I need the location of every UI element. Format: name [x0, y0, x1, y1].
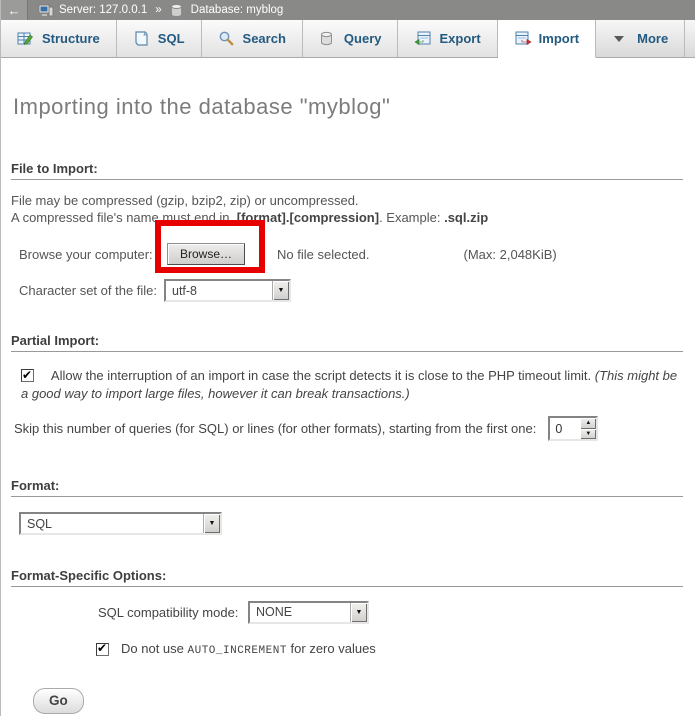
compression-line2: A compressed file's name must end in .[f…: [11, 209, 685, 226]
compression-line1: File may be compressed (gzip, bzip2, zip…: [11, 192, 685, 209]
dropdown-arrow-icon[interactable]: ▼: [350, 603, 367, 622]
search-icon: [218, 30, 235, 47]
max-upload-size: (Max: 2,048KiB): [464, 247, 557, 262]
charset-row: Character set of the file: utf-8 ▼: [19, 279, 685, 302]
server-icon: [38, 3, 54, 17]
stepper-up-button[interactable]: ▲: [580, 418, 596, 429]
sql-icon: [133, 30, 150, 47]
tab-label: More: [637, 31, 668, 46]
checkmark-icon: ✔: [97, 641, 107, 655]
import-icon: [514, 30, 531, 47]
sql-compatibility-row: SQL compatibility mode: NONE ▼: [98, 600, 685, 624]
phpmyadmin-import-page: ← Server: 127.0.0.1 » Database: myblog: [0, 0, 695, 716]
tab-label: SQL: [158, 31, 185, 46]
export-icon: [414, 30, 431, 47]
tab-label: Export: [439, 31, 480, 46]
stepper-down-button[interactable]: ▼: [580, 429, 596, 440]
tab-bar: Structure SQL Search: [1, 20, 695, 58]
dropdown-arrow-icon[interactable]: ▼: [203, 514, 220, 533]
breadcrumb-server[interactable]: Server: 127.0.0.1: [59, 4, 147, 16]
breadcrumb-separator: »: [155, 4, 161, 16]
skip-queries-label: Skip this number of queries (for SQL) or…: [14, 421, 536, 436]
format-row: SQL ▼: [19, 512, 685, 535]
stepper-arrows: ▲ ▼: [580, 418, 596, 439]
skip-queries-value: 0: [550, 418, 580, 439]
tab-import[interactable]: Import: [498, 20, 596, 58]
auto-increment-code: AUTO_INCREMENT: [188, 645, 287, 657]
sql-compatibility-label: SQL compatibility mode:: [98, 605, 248, 620]
skip-queries-row: Skip this number of queries (for SQL) or…: [14, 416, 685, 441]
charset-label: Character set of the file:: [19, 283, 164, 298]
tab-more[interactable]: More: [596, 20, 685, 57]
tab-structure[interactable]: Structure: [1, 20, 117, 57]
sql-compatibility-value: NONE: [250, 603, 350, 622]
allow-interruption-text: Allow the interruption of an import in c…: [51, 368, 595, 383]
tab-sql[interactable]: SQL: [117, 20, 202, 57]
allow-interruption-checkbox[interactable]: ✔: [21, 369, 34, 382]
sql-compatibility-select[interactable]: NONE ▼: [248, 601, 369, 624]
auto-increment-option: ✔ Do not use AUTO_INCREMENT for zero val…: [96, 641, 685, 657]
tab-label: Search: [243, 31, 286, 46]
back-arrow-icon: ←: [8, 3, 21, 18]
tab-export[interactable]: Export: [398, 20, 497, 57]
database-icon: [170, 3, 186, 17]
tab-label: Structure: [42, 31, 100, 46]
no-file-selected-text: No file selected.: [277, 247, 370, 262]
tab-search[interactable]: Search: [202, 20, 303, 57]
structure-icon: [17, 30, 34, 47]
breadcrumb-bar: ← Server: 127.0.0.1 » Database: myblog: [1, 0, 695, 20]
format-selected-value: SQL: [21, 514, 203, 533]
tab-query[interactable]: Query: [303, 20, 399, 57]
allow-interruption-option: ✔ Allow the interruption of an import in…: [21, 367, 685, 402]
skip-queries-stepper[interactable]: 0 ▲ ▼: [548, 416, 598, 441]
section-heading-partial-import: Partial Import:: [11, 333, 683, 352]
back-button[interactable]: ←: [1, 0, 28, 20]
page-title: Importing into the database "myblog": [13, 94, 685, 120]
go-button[interactable]: Go: [33, 688, 84, 714]
file-upload-row: Browse your computer: Browse… No file se…: [19, 242, 685, 266]
tab-label: Import: [539, 31, 579, 46]
tab-label: Query: [344, 31, 382, 46]
checkmark-icon: ✔: [22, 367, 32, 385]
auto-increment-text: Do not use AUTO_INCREMENT for zero value…: [121, 641, 376, 657]
compression-note: File may be compressed (gzip, bzip2, zip…: [11, 192, 685, 226]
breadcrumb: Server: 127.0.0.1 » Database: myblog: [38, 3, 283, 17]
format-select[interactable]: SQL ▼: [19, 512, 222, 535]
section-heading-format-options: Format-Specific Options:: [11, 568, 683, 587]
section-heading-format: Format:: [11, 478, 683, 497]
query-icon: [319, 30, 336, 47]
breadcrumb-database[interactable]: Database: myblog: [191, 4, 284, 16]
charset-select[interactable]: utf-8 ▼: [164, 279, 291, 302]
main-content: Importing into the database "myblog" Fil…: [1, 94, 695, 714]
browse-label: Browse your computer:: [19, 247, 167, 262]
tab-bar-filler: [685, 20, 695, 57]
section-heading-file-to-import: File to Import:: [11, 161, 683, 180]
chevron-down-icon: [612, 30, 629, 47]
dropdown-arrow-icon[interactable]: ▼: [272, 281, 289, 300]
browse-button[interactable]: Browse…: [167, 243, 245, 265]
charset-selected-value: utf-8: [166, 281, 272, 300]
auto-increment-checkbox[interactable]: ✔: [96, 643, 109, 656]
